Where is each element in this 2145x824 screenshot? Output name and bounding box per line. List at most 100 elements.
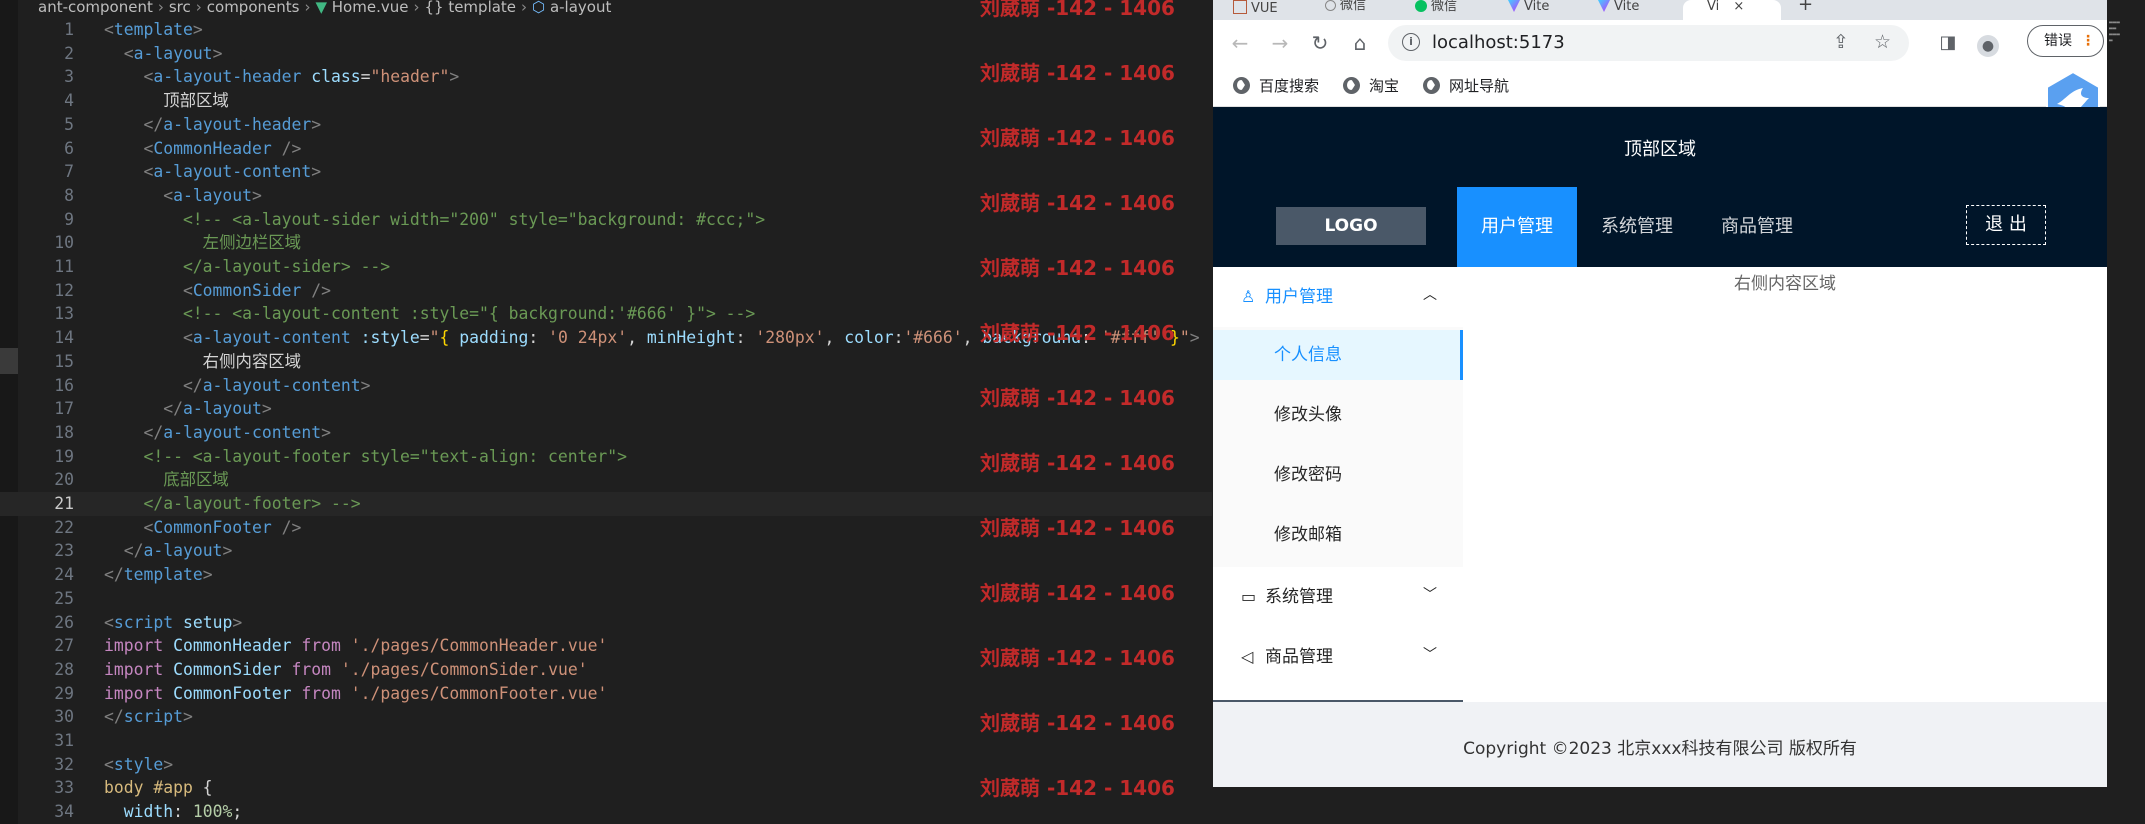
code-token: =	[360, 67, 371, 87]
menu-item-avatar[interactable]: 修改头像	[1213, 390, 1463, 440]
code-editor[interactable]: ant-component › src › components › ▼ Home.vue ›…	[0, 0, 1212, 824]
share-icon[interactable]: ⇪	[1833, 31, 1849, 53]
breadcrumb-item[interactable]: components	[207, 0, 300, 16]
browser-tab[interactable]: 微信	[1325, 0, 1366, 20]
profile-icon[interactable]: ●	[1975, 30, 2001, 57]
sidepanel-icon[interactable]: ◨	[1935, 30, 1961, 56]
bookmarks-bar: 百度搜索 淘宝 网址导航	[1213, 66, 2107, 107]
code-token: >	[232, 612, 243, 632]
line-number: 30	[54, 707, 74, 727]
code-token: color	[844, 328, 894, 348]
breadcrumb-item[interactable]: src	[169, 0, 191, 16]
code-line[interactable]: 1 <template>	[0, 18, 1212, 42]
line-number: 7	[64, 162, 74, 182]
code-text: </a-layout-header>	[104, 113, 321, 137]
code-token: "	[1179, 328, 1190, 348]
code-line[interactable]: 23 </a-layout>	[0, 539, 1212, 563]
line-number: 34	[54, 802, 74, 822]
new-tab-button[interactable]: +	[1798, 0, 1813, 20]
error-button[interactable]: 错误 ⋮	[2027, 25, 2104, 57]
code-token: 100%	[192, 802, 233, 822]
breadcrumb-item[interactable]: {} template	[424, 0, 516, 16]
code-text: <CommonSider />	[104, 279, 331, 303]
content-text: 右侧内容区域	[1734, 274, 1836, 294]
code-line[interactable]: 29 import CommonFooter from './pages/Comm…	[0, 682, 1212, 706]
forward-icon[interactable]: →	[1267, 30, 1293, 56]
submenu-products[interactable]: ◁ 商品管理 ﹀	[1213, 627, 1463, 687]
code-line[interactable]: 34 width: 100%;	[0, 800, 1212, 824]
watermark-text: 刘葳萌 -142 - 1406	[980, 711, 1175, 735]
breadcrumb-item[interactable]: ant-component	[38, 0, 153, 16]
breadcrumb-item[interactable]: Home.vue	[332, 0, 409, 16]
header-title: 顶部区域	[1624, 139, 1696, 160]
line-number: 32	[54, 754, 74, 774]
code-line[interactable]: 18 </a-layout-content>	[0, 421, 1212, 445]
menu-item-email[interactable]: 修改邮箱	[1213, 510, 1463, 560]
code-token: a-layout-content	[153, 162, 312, 182]
wechat-icon	[1415, 0, 1427, 12]
layout-header: 顶部区域	[1213, 107, 2107, 187]
top-menu-users[interactable]: 用户管理	[1457, 187, 1577, 267]
browser-tab[interactable]: Vite	[1508, 0, 1549, 20]
top-menu-system[interactable]: 系统管理	[1577, 187, 1697, 267]
code-token: >	[252, 185, 262, 205]
code-line[interactable]: 15 右侧内容区域	[0, 350, 1212, 374]
code-token: <!-- <a-layout-content :style="{ backgro…	[104, 304, 756, 324]
code-token: >	[212, 43, 223, 63]
home-icon[interactable]: ⌂	[1347, 30, 1373, 56]
browser-tab-active[interactable]: Vi ×	[1683, 0, 1781, 20]
submenu-system[interactable]: ▭ 系统管理 ﹀	[1213, 567, 1463, 627]
reload-icon[interactable]: ↻	[1307, 30, 1333, 56]
code-token: </a-layout-footer> -->	[104, 494, 361, 513]
globe-icon	[1233, 77, 1250, 94]
code-token: '280px'	[755, 328, 825, 348]
back-icon[interactable]: ←	[1227, 30, 1253, 56]
code-token: />	[271, 517, 302, 537]
code-line[interactable]: 4 顶部区域	[0, 89, 1212, 113]
code-token: a-layout	[143, 541, 223, 561]
watermark-text: 刘葳萌 -142 - 1406	[980, 256, 1175, 280]
bookmark-item[interactable]: 百度搜索	[1233, 74, 1319, 98]
menu-item-profile[interactable]: 个人信息	[1213, 330, 1463, 380]
breadcrumb-item[interactable]: a-layout	[550, 0, 611, 16]
browser-tab[interactable]: 微信	[1415, 0, 1457, 20]
browser-tab[interactable]: Vite	[1598, 0, 1639, 20]
menu-item-password[interactable]: 修改密码	[1213, 450, 1463, 500]
code-token: minHeight	[646, 328, 736, 348]
menu-icon[interactable]: ⋮	[2081, 26, 2095, 56]
bookmark-item[interactable]: 淘宝	[1343, 74, 1399, 98]
code-token: />	[271, 138, 302, 158]
star-icon[interactable]: ☆	[1874, 31, 1891, 53]
close-tab-icon[interactable]: ×	[1733, 0, 1744, 14]
url-text[interactable]: localhost:5173	[1432, 25, 1565, 61]
code-line[interactable]: 26 <script setup>	[0, 611, 1212, 635]
bookmark-item[interactable]: 网址导航	[1423, 74, 1509, 98]
code-token: <	[104, 138, 154, 158]
vite-icon	[1508, 0, 1520, 12]
logout-button[interactable]: 退 出	[1966, 205, 2046, 245]
top-menu-products[interactable]: 商品管理	[1697, 187, 1817, 267]
code-text: <CommonFooter />	[104, 516, 301, 540]
code-token: './pages/CommonFooter.vue'	[350, 683, 608, 703]
code-token: './pages/CommonHeader.vue'	[350, 636, 608, 656]
code-line[interactable]: 7 <a-layout-content>	[0, 160, 1212, 184]
code-token: a-layout-content	[192, 328, 351, 348]
submenu-users[interactable]: ♙ 用户管理 ︿	[1213, 267, 1463, 327]
info-icon[interactable]: i	[1402, 33, 1420, 51]
watermark-text: 刘葳萌 -142 - 1406	[980, 321, 1175, 345]
code-line[interactable]: 12 <CommonSider />	[0, 279, 1212, 303]
browser-tab[interactable]: VUE	[1233, 0, 1278, 20]
address-bar[interactable]: i localhost:5173 ⇪ ☆	[1388, 25, 1909, 61]
vite-icon	[1691, 0, 1703, 12]
code-text: 顶部区域	[104, 89, 229, 113]
code-token: <!-- <a-layout-sider width="200" style="…	[104, 209, 766, 229]
line-number: 31	[54, 731, 74, 750]
code-token: 右侧内容区域	[104, 351, 302, 371]
watermark-text: 刘葳萌 -142 - 1406	[980, 386, 1175, 410]
